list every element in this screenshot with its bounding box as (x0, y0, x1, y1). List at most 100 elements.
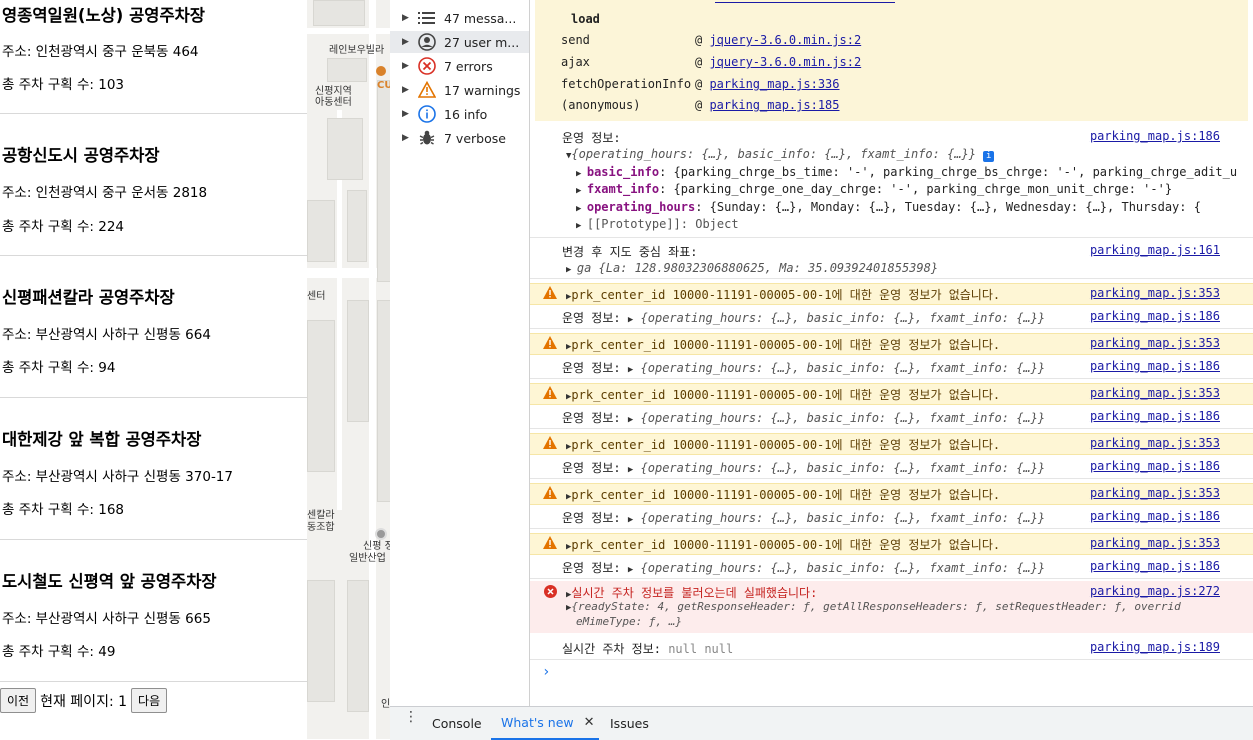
console-message[interactable]: 운영 정보: ▶ {operating_hours: {…}, basic_in… (530, 558, 1253, 579)
source-link[interactable]: parking_map.js:186 (1090, 559, 1220, 573)
lot-name: 도시철도 신평역 앞 공영주차장 (2, 572, 217, 591)
map-label: 센터 (307, 291, 326, 302)
list-item[interactable]: 신평패션칼라 공영주차장 주소: 부산광역시 사하구 신평동 664 총 주차 … (0, 256, 307, 398)
lot-name: 대한제강 앞 복합 공영주차장 (2, 430, 202, 449)
console-message[interactable]: 운영 정보: ▶ {operating_hours: {…}, basic_in… (530, 308, 1253, 329)
sidebar-item-verbose[interactable]: ▶ 7 verbose (390, 127, 529, 149)
current-page-label: 현재 페이지: 1 (40, 693, 128, 710)
tab-console[interactable]: Console (432, 707, 482, 740)
source-link[interactable]: parking_map.js:186 (1090, 129, 1220, 143)
lot-count: 총 주차 구획 수: 94 (2, 360, 116, 376)
source-link[interactable]: parking_map.js:186 (1090, 359, 1220, 373)
source-link[interactable]: parking_map.js:353 (1090, 286, 1220, 300)
sidebar-item-user-messages[interactable]: ▶ 27 user m... (390, 31, 529, 53)
object-summary[interactable]: ▼{operating_hours: {…}, basic_info: {…},… (566, 147, 995, 162)
console-warning[interactable]: ▶prk_center_id 10000-11191-00005-00-1에 대… (530, 533, 1253, 555)
console-warning[interactable]: ▶prk_center_id 10000-11191-00005-00-1에 대… (530, 483, 1253, 505)
console-prompt[interactable]: › (542, 664, 550, 680)
source-link[interactable]: parking_map.js:353 (1090, 436, 1220, 450)
source-link[interactable]: parking_map.js:185 (709, 98, 839, 112)
source-link[interactable]: parking_map.js:189 (1090, 640, 1220, 654)
list-item[interactable]: 대한제강 앞 복합 공영주차장 주소: 부산광역시 사하구 신평동 370-17… (0, 398, 307, 540)
message-text: 운영 정보: ▶ {operating_hours: {…}, basic_in… (562, 511, 1046, 525)
object-property[interactable]: ▶ fxamt_info: {parking_chrge_one_day_chr… (576, 182, 1172, 196)
source-link[interactable]: parking_map.js:186 (1090, 309, 1220, 323)
error-detail: eMimeType: ƒ, …} (576, 615, 682, 628)
warning-icon (543, 286, 557, 302)
object-prototype[interactable]: ▶ [[Prototype]]: Object (576, 217, 739, 231)
map-label: CU (377, 80, 390, 91)
sidebar-item-label: 16 info (444, 106, 488, 122)
store-poi-marker[interactable] (376, 66, 386, 76)
next-page-button[interactable]: 다음 (131, 688, 168, 713)
sidebar-item-warnings[interactable]: ▶ 17 warnings (390, 79, 529, 101)
source-link[interactable]: parking_map.js:353 (1090, 336, 1220, 350)
console-warning[interactable]: ▶prk_center_id 10000-11191-00005-00-1에 대… (530, 333, 1253, 355)
tab-issues[interactable]: Issues (610, 707, 649, 740)
more-options-icon[interactable]: ⋮ (404, 710, 418, 724)
lot-address: 주소: 부산광역시 사하구 신평동 370-17 (2, 469, 233, 485)
stack-row: (anonymous) @ parking_map.js:185 (561, 98, 840, 112)
lot-address: 주소: 인천광역시 중구 운북동 464 (2, 44, 199, 60)
info-icon: i (983, 151, 995, 162)
source-link[interactable]: jquery-3.6.0.min.js:2 (709, 55, 861, 69)
lot-address: 주소: 부산광역시 사하구 신평동 664 (2, 327, 211, 343)
sidebar-item-label: 17 warnings (444, 82, 521, 98)
console-message[interactable]: 운영 정보: ▶ {operating_hours: {…}, basic_in… (530, 458, 1253, 479)
console-message[interactable]: 운영 정보: ▶ {operating_hours: {…}, basic_in… (530, 358, 1253, 379)
tab-whats-new[interactable]: What's new ✕ (491, 707, 599, 740)
bottom-drawer: ⋮ Console What's new ✕ Issues (390, 706, 1253, 740)
console-warning[interactable]: ▶prk_center_id 10000-11191-00005-00-1에 대… (530, 433, 1253, 455)
bug-icon (418, 129, 436, 147)
console-output[interactable]: load send @ jquery-3.6.0.min.js:2 ajax @ j… (530, 0, 1253, 706)
sidebar-item-label: 47 messa... (444, 10, 517, 26)
sidebar-item-info[interactable]: ▶ 16 info (390, 103, 529, 125)
sidebar-item-messages[interactable]: ▶ 47 messa... (390, 7, 529, 29)
source-link[interactable]: parking_map.js:353 (1090, 386, 1220, 400)
list-item[interactable]: 공항신도시 공영주차장 주소: 인천광역시 중구 운서동 2818 총 주차 구… (0, 114, 307, 256)
sidebar-item-label: 7 verbose (444, 130, 506, 146)
source-link[interactable]: parking_map.js:272 (1090, 584, 1220, 598)
warning-text: ▶prk_center_id 10000-11191-00005-00-1에 대… (566, 438, 1001, 452)
warning-icon (543, 336, 557, 352)
message-text: 변경 후 지도 중심 좌표: (562, 245, 698, 259)
console-message[interactable]: 운영 정보: ▶ {operating_hours: {…}, basic_in… (530, 508, 1253, 529)
stack-label: load (571, 12, 600, 26)
object-property[interactable]: ▶ basic_info: {parking_chrge_bs_time: '-… (576, 165, 1237, 179)
object-summary[interactable]: ▶ ga {La: 128.98032306880625, Ma: 35.093… (566, 261, 938, 275)
console-error[interactable]: ▶실시간 주차 정보를 불러오는데 실패했습니다: parking_map.js… (530, 581, 1253, 633)
close-icon[interactable]: ✕ (584, 715, 595, 730)
stack-trace: load send @ jquery-3.6.0.min.js:2 ajax @ j… (535, 0, 1248, 121)
list-item[interactable]: 도시철도 신평역 앞 공영주차장 주소: 부산광역시 사하구 신평동 665 총… (0, 540, 307, 682)
console-message[interactable]: 실시간 주차 정보: null null parking_map.js:189 (530, 639, 1253, 660)
source-link[interactable]: parking_map.js:186 (1090, 459, 1220, 473)
stack-row: send @ jquery-3.6.0.min.js:2 (561, 33, 862, 47)
console-message[interactable]: 운영 정보: ▶ {operating_hours: {…}, basic_in… (530, 408, 1253, 429)
warning-icon (543, 436, 557, 452)
source-link[interactable]: jquery-3.6.0.min.js:2 (709, 33, 861, 47)
console-warning[interactable]: ▶prk_center_id 10000-11191-00005-00-1에 대… (530, 383, 1253, 405)
source-link[interactable]: parking_map.js:186 (1090, 509, 1220, 523)
error-icon (544, 585, 557, 601)
map-view[interactable]: 레인보우빌라 CU 신평지역 아동센터 센터 센칼라 동조합 신평 정 일반산업… (307, 0, 390, 739)
source-link[interactable]: parking_map.js:336 (709, 77, 839, 91)
console-warning[interactable]: ▶prk_center_id 10000-11191-00005-00-1에 대… (530, 283, 1253, 305)
source-link[interactable]: parking_map.js:353 (1090, 486, 1220, 500)
source-link[interactable]: parking_map.js:186 (1090, 409, 1220, 423)
source-link[interactable]: parking_map.js:353 (1090, 536, 1220, 550)
error-icon (418, 57, 436, 75)
warning-icon (543, 536, 557, 552)
console-sidebar: ▶ 47 messa... ▶ 27 user m... ▶ 7 errors … (390, 0, 530, 706)
prev-page-button[interactable]: 이전 (0, 688, 37, 713)
console-message[interactable]: 변경 후 지도 중심 좌표: parking_map.js:161 ▶ ga {… (530, 242, 1253, 279)
source-link[interactable]: parking_map.js:161 (1090, 243, 1220, 257)
lot-address: 주소: 인천광역시 중구 운서동 2818 (2, 185, 208, 201)
sidebar-item-label: 7 errors (444, 58, 493, 74)
map-poi-marker[interactable] (375, 528, 387, 540)
sidebar-item-errors[interactable]: ▶ 7 errors (390, 55, 529, 77)
console-message[interactable]: 운영 정보: parking_map.js:186 ▼{operating_ho… (530, 129, 1253, 238)
warning-text: ▶prk_center_id 10000-11191-00005-00-1에 대… (566, 288, 1001, 302)
lot-name: 공항신도시 공영주차장 (2, 146, 160, 165)
object-property[interactable]: ▶ operating_hours: {Sunday: {…}, Monday:… (576, 200, 1201, 214)
list-item[interactable]: 영종역일원(노상) 공영주차장 주소: 인천광역시 중구 운북동 464 총 주… (0, 0, 307, 114)
